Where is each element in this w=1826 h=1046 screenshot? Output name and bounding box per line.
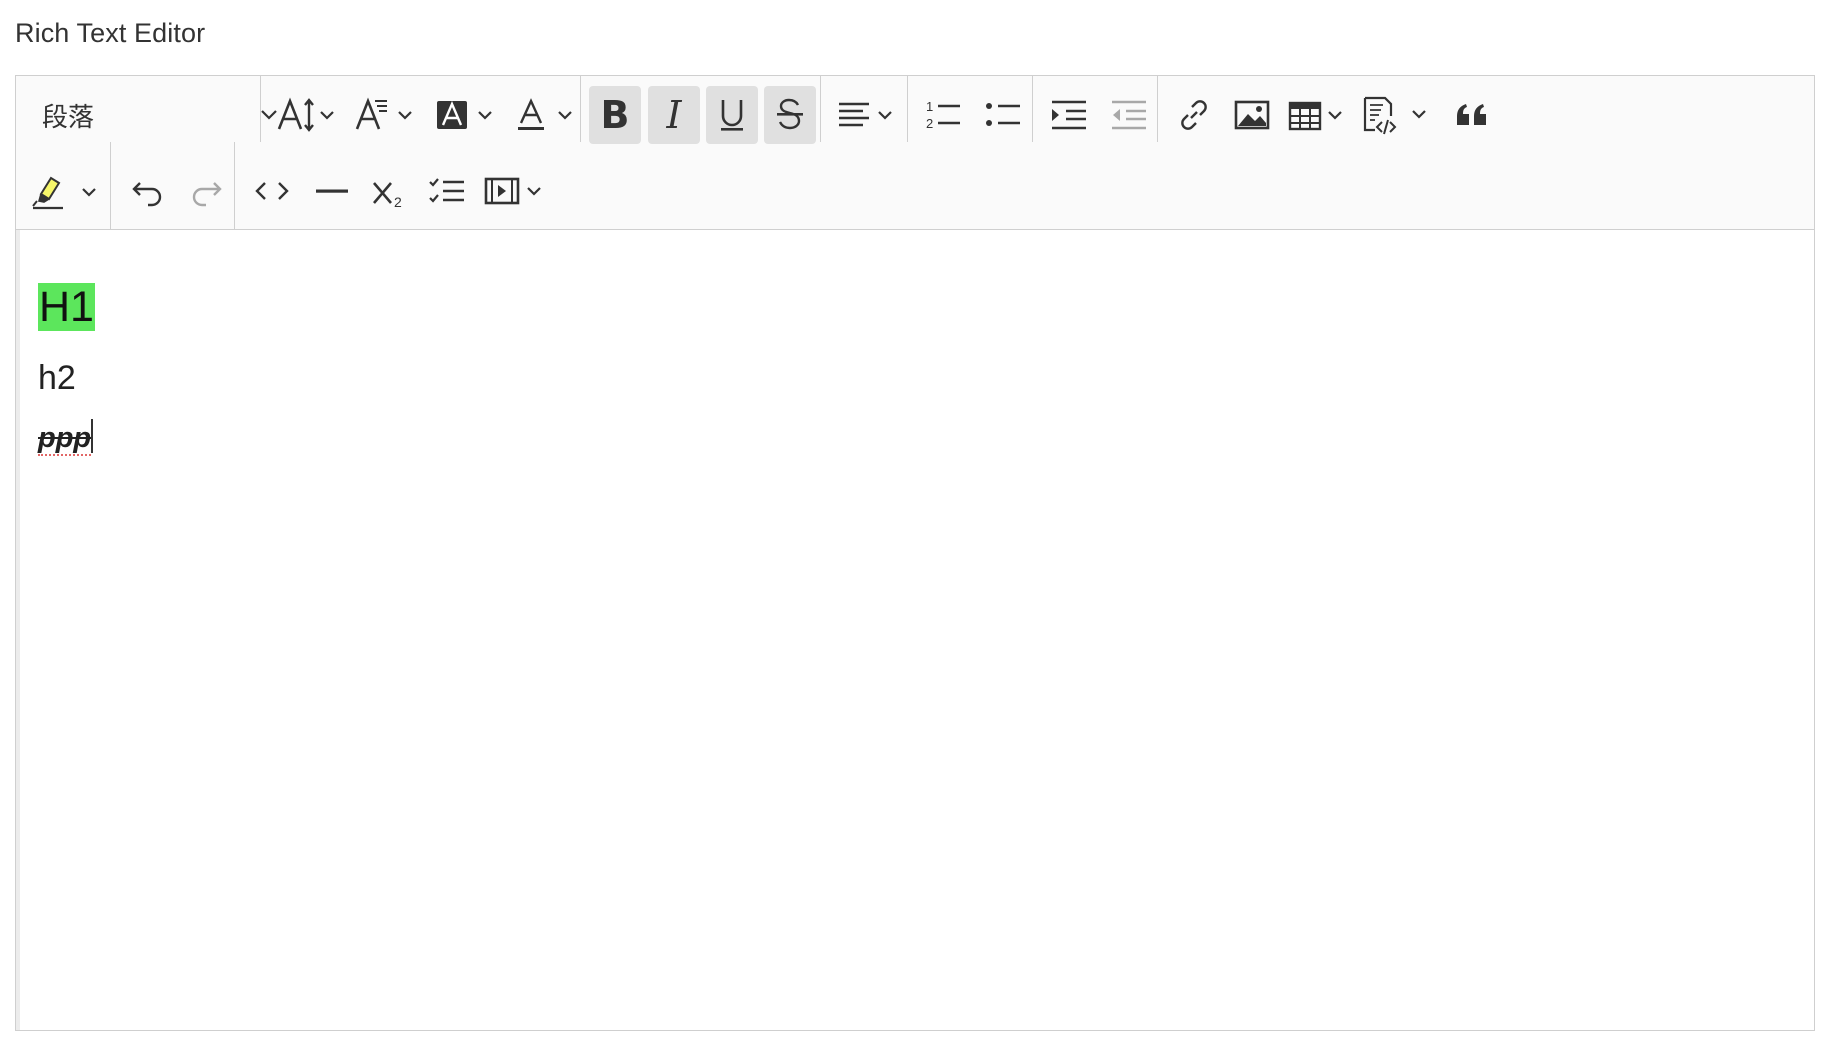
image-icon (1234, 100, 1270, 130)
block-quote-button[interactable] (1444, 86, 1500, 144)
highlighted-heading-text: H1 (38, 283, 95, 331)
bulleted-list-icon (986, 103, 1020, 126)
todo-list-icon (429, 178, 464, 203)
toolbar-divider (907, 76, 908, 142)
text-caret (91, 419, 94, 453)
toolbar-divider (234, 142, 235, 230)
quote-icon (1457, 104, 1486, 125)
subscript-icon: 2 (373, 182, 402, 210)
bold-button[interactable]: B (589, 86, 641, 144)
highlight-marker-icon (32, 176, 96, 210)
font-color-icon (518, 98, 572, 130)
subscript-button[interactable]: 2 (361, 162, 417, 220)
align-left-icon (839, 102, 892, 127)
font-family-button[interactable] (349, 86, 421, 144)
table-button[interactable] (1284, 86, 1354, 144)
strikethrough-icon (777, 98, 803, 130)
indent-icon (1052, 100, 1086, 130)
redo-button[interactable] (178, 162, 234, 220)
toolbar-divider (110, 142, 111, 230)
todo-list-button[interactable] (419, 162, 475, 220)
image-button[interactable] (1224, 86, 1280, 144)
alignment-button[interactable] (831, 86, 903, 144)
underline-button[interactable] (706, 86, 758, 144)
strikethrough-button[interactable] (764, 86, 816, 144)
horizontal-line-icon (316, 189, 348, 193)
editor-toolbar: 段落 B I 1 2 2 (16, 76, 1814, 230)
toolbar-divider (580, 76, 581, 142)
svg-text:2: 2 (926, 116, 933, 131)
underline-icon (721, 100, 743, 131)
code-block-icon (1363, 96, 1426, 135)
font-family-icon (355, 97, 412, 130)
font-size-icon (277, 97, 334, 132)
font-color-button[interactable] (509, 86, 581, 144)
indent-button[interactable] (1041, 86, 1097, 144)
source-editing-button[interactable] (244, 162, 300, 220)
svg-text:1: 1 (926, 99, 933, 114)
font-background-color-button[interactable] (429, 86, 501, 144)
formatted-paragraph-text: ppp (38, 422, 92, 456)
undo-button[interactable] (120, 162, 176, 220)
toolbar-divider (1032, 76, 1033, 142)
paragraph: ppp (38, 418, 1792, 458)
toolbar-divider (820, 76, 821, 142)
bold-icon: B (600, 93, 630, 137)
media-embed-icon (484, 177, 541, 205)
link-icon (1181, 100, 1207, 130)
heading-1: H1 (38, 282, 1792, 332)
horizontal-line-button[interactable] (304, 162, 360, 220)
editor-field-label: Rich Text Editor (15, 18, 206, 48)
media-embed-button[interactable] (479, 162, 555, 220)
numbered-list-icon: 1 2 (926, 99, 960, 131)
italic-button[interactable]: I (648, 86, 700, 144)
italic-icon: I (666, 93, 682, 137)
rich-text-editor: 段落 B I 1 2 2 H1 h2 ppp (15, 75, 1815, 1031)
heading-dropdown[interactable]: 段落 (24, 86, 289, 144)
link-button[interactable] (1166, 86, 1222, 144)
toolbar-divider (1157, 76, 1158, 142)
outdent-button[interactable] (1101, 86, 1157, 144)
heading-dropdown-value: 段落 (42, 101, 95, 132)
redo-icon (192, 182, 222, 207)
outdent-icon (1112, 100, 1146, 130)
bulleted-list-button[interactable] (976, 86, 1032, 144)
undo-icon (132, 182, 162, 207)
font-background-color-icon (437, 100, 492, 129)
svg-text:2: 2 (394, 194, 402, 210)
numbered-list-button[interactable]: 1 2 (916, 86, 972, 144)
editor-content-area[interactable]: H1 h2 ppp (16, 230, 1814, 1030)
code-block-button[interactable] (1358, 86, 1436, 144)
source-code-icon (255, 182, 289, 200)
table-icon (1288, 101, 1342, 131)
heading-2: h2 (38, 359, 76, 397)
toolbar-divider (260, 76, 261, 142)
highlight-button[interactable] (24, 162, 106, 220)
font-size-button[interactable] (271, 86, 341, 144)
